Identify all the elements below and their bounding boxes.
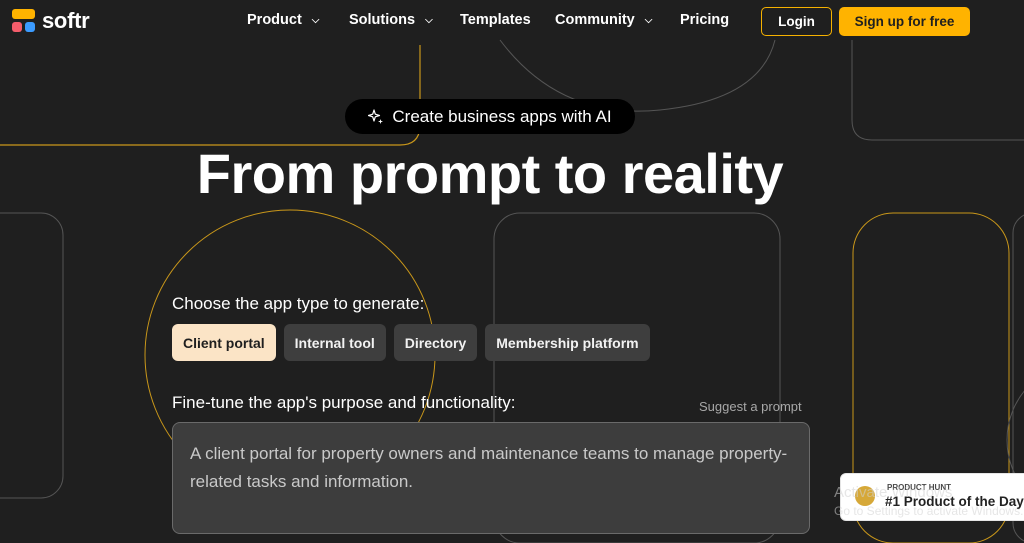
- nav-item-label: Community: [555, 12, 635, 28]
- chevron-down-icon: ⌵: [644, 14, 653, 26]
- app-type-selector: Client portal Internal tool Directory Me…: [172, 324, 650, 361]
- sparkle-icon: [368, 108, 384, 124]
- chevron-down-icon: ⌵: [425, 14, 433, 26]
- signup-button[interactable]: Sign up for free: [839, 7, 970, 36]
- nav-item-label: Product: [247, 12, 302, 28]
- nav-item-label: Solutions: [349, 12, 416, 28]
- watermark-subtitle: Go to Settings to activate Windows.: [834, 504, 1024, 518]
- nav-item-solutions[interactable]: Solutions ⌵: [349, 12, 433, 28]
- softr-logo[interactable]: softr: [12, 8, 90, 34]
- app-type-client-portal[interactable]: Client portal: [172, 324, 276, 361]
- suggest-prompt-link[interactable]: Suggest a prompt: [699, 399, 802, 414]
- pill-label: Create business apps with AI: [392, 106, 612, 126]
- hero-title: From prompt to reality: [196, 142, 784, 205]
- nav-item-product[interactable]: Product ⌵: [247, 12, 319, 28]
- ai-feature-pill[interactable]: Create business apps with AI: [345, 99, 635, 134]
- chevron-down-icon: ⌵: [311, 14, 320, 26]
- nav-item-label: Templates: [460, 12, 531, 28]
- watermark-title: Activate Windows: [834, 484, 953, 501]
- login-button[interactable]: Login: [761, 7, 832, 36]
- app-type-internal-tool[interactable]: Internal tool: [283, 324, 386, 361]
- nav-item-label: Pricing: [680, 12, 730, 28]
- top-navbar: softr Product ⌵ Solutions ⌵ Templates Co…: [0, 0, 1024, 42]
- nav-item-pricing[interactable]: Pricing: [680, 12, 729, 28]
- app-type-directory[interactable]: Directory: [393, 324, 478, 361]
- app-type-label: Choose the app type to generate:: [172, 294, 425, 313]
- activate-windows-watermark: Activate Windows Go to Settings to activ…: [834, 483, 1023, 521]
- nav-item-community[interactable]: Community ⌵: [555, 12, 652, 28]
- purpose-label: Fine-tune the app's purpose and function…: [172, 393, 516, 412]
- prompt-textarea[interactable]: A client portal for property owners and …: [172, 422, 810, 534]
- softr-logo-icon: [12, 9, 36, 33]
- app-type-membership-platform[interactable]: Membership platform: [485, 324, 650, 361]
- logo-text: softr: [42, 8, 90, 33]
- nav-item-templates[interactable]: Templates: [460, 12, 531, 28]
